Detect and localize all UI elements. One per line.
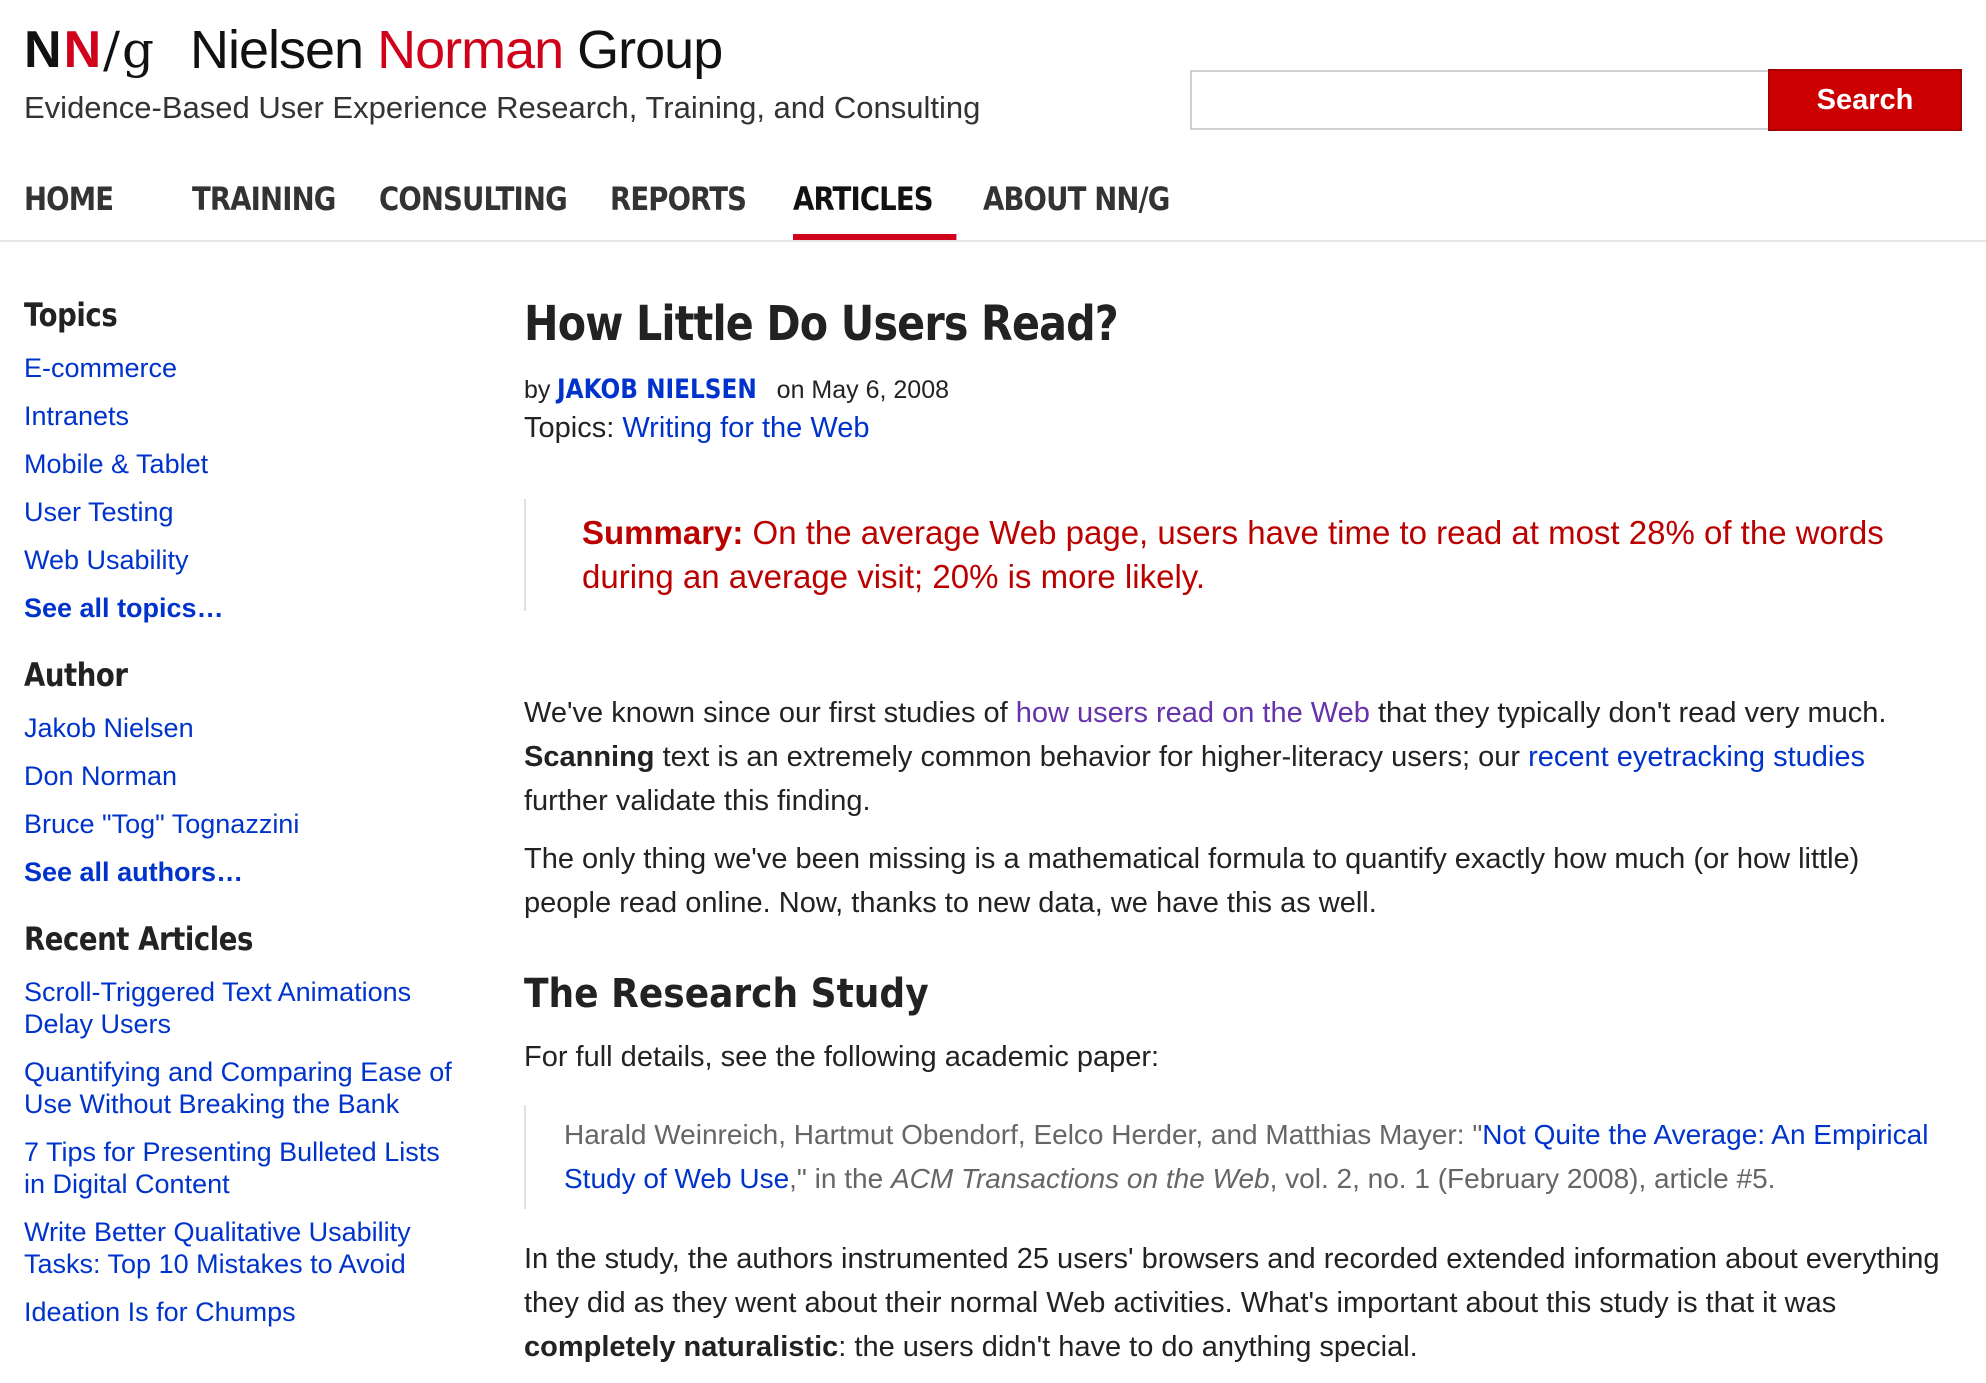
author-heading: Author	[24, 656, 128, 694]
section-heading: The Research Study	[524, 971, 929, 1017]
logo-letter-n: N	[24, 21, 64, 79]
paragraph-text: : the users didn't have to do anything s…	[838, 1331, 1418, 1363]
topic-link-mobile-tablet[interactable]: Mobile & Tablet	[24, 448, 464, 480]
summary-label: Summary:	[582, 514, 744, 551]
paragraph-text: We've known since our first studies of	[524, 697, 1016, 729]
paragraph-text: that they typically don't read very much…	[1369, 697, 1887, 729]
search-button[interactable]: Search	[1768, 69, 1962, 131]
citation-authors: Harald Weinreich, Hartmut Obendorf, Eelc…	[564, 1119, 1483, 1150]
authors-list: Jakob Nielsen Don Norman Bruce "Tog" Tog…	[24, 712, 464, 840]
paragraph-text: text is an extremely common behavior for…	[654, 741, 1529, 773]
main-nav: HOME TRAINING CONSULTING REPORTS ARTICLE…	[24, 180, 1203, 240]
nav-articles[interactable]: ARTICLES	[793, 180, 957, 240]
article-title: How Little Do Users Read?	[524, 296, 1119, 352]
nav-consulting[interactable]: CONSULTING	[379, 180, 578, 240]
search-input[interactable]	[1190, 70, 1768, 130]
paragraph: We've known since our first studies of h…	[524, 691, 1954, 823]
topic-writing-for-web-link[interactable]: Writing for the Web	[622, 412, 869, 444]
naturalistic-emphasis: completely naturalistic	[524, 1331, 839, 1363]
article-topics: Topics: Writing for the Web	[524, 412, 1954, 445]
nav-training[interactable]: TRAINING	[192, 180, 353, 240]
logo-slash: /	[103, 21, 122, 79]
article-byline: by JAKOB NIELSEN on May 6, 2008	[524, 374, 1954, 408]
article-date: on May 6, 2008	[769, 376, 950, 404]
recent-articles-list: Scroll-Triggered Text Animations Delay U…	[24, 976, 464, 1328]
how-users-read-link[interactable]: how users read on the Web	[1016, 697, 1370, 729]
logo-letter-g: g	[121, 21, 156, 79]
citation: Harald Weinreich, Hartmut Obendorf, Eelc…	[524, 1105, 1954, 1209]
recent-article-link[interactable]: Ideation Is for Chumps	[24, 1296, 464, 1328]
site-logo[interactable]: NN/g Nielsen Norman Group	[24, 18, 723, 82]
recent-article-link[interactable]: Write Better Qualitative Usability Tasks…	[24, 1216, 464, 1280]
article-author-link[interactable]: JAKOB NIELSEN	[557, 374, 757, 405]
topics-label: Topics:	[524, 412, 623, 444]
article-summary: Summary: On the average Web page, users …	[524, 499, 1954, 611]
nav-reports[interactable]: REPORTS	[610, 180, 767, 240]
summary-text: On the average Web page, users have time…	[582, 514, 1884, 595]
logo-mark: NN/g	[24, 20, 156, 80]
site-name-nielsen: Nielsen	[190, 20, 378, 80]
topic-link-intranets[interactable]: Intranets	[24, 400, 464, 432]
site-tagline: Evidence-Based User Experience Research,…	[24, 90, 981, 125]
site-name-group: Group	[563, 20, 723, 80]
citation-text: , vol. 2, no. 1 (February 2008), article…	[1269, 1163, 1776, 1194]
site-name: Nielsen Norman Group	[190, 19, 723, 81]
paragraph: In the study, the authors instrumented 2…	[524, 1237, 1954, 1369]
see-all-authors-link[interactable]: See all authors…	[24, 856, 464, 888]
citation-text: ," in the	[789, 1163, 891, 1194]
recent-article-link[interactable]: Scroll-Triggered Text Animations Delay U…	[24, 976, 464, 1040]
paragraph-text: In the study, the authors instrumented 2…	[524, 1243, 1940, 1319]
paragraph-text: further validate this finding.	[524, 785, 871, 817]
byline-by: by	[524, 376, 558, 404]
paragraph: The only thing we've been missing is a m…	[524, 843, 1860, 919]
recent-articles-heading: Recent Articles	[24, 920, 253, 958]
see-all-topics-link[interactable]: See all topics…	[24, 592, 464, 624]
author-link-jakob-nielsen[interactable]: Jakob Nielsen	[24, 712, 464, 744]
recent-article-link[interactable]: 7 Tips for Presenting Bulleted Lists in …	[24, 1136, 464, 1200]
site-name-norman: Norman	[377, 20, 564, 80]
author-link-don-norman[interactable]: Don Norman	[24, 760, 464, 792]
topic-link-web-usability[interactable]: Web Usability	[24, 544, 464, 576]
eyetracking-studies-link[interactable]: recent eyetracking studies	[1528, 741, 1865, 773]
logo-letter-n-red: N	[63, 21, 104, 79]
topic-link-user-testing[interactable]: User Testing	[24, 496, 464, 528]
site-header: NN/g Nielsen Norman Group Evidence-Based…	[0, 0, 1986, 242]
article: How Little Do Users Read? by JAKOB NIELS…	[524, 296, 1954, 1383]
paragraph: For full details, see the following acad…	[524, 1041, 1160, 1073]
sidebar: Topics E-commerce Intranets Mobile & Tab…	[24, 296, 464, 1344]
topic-link-ecommerce[interactable]: E-commerce	[24, 352, 464, 384]
journal-name: ACM Transactions on the Web	[890, 1163, 1270, 1194]
author-link-bruce-tognazzini[interactable]: Bruce "Tog" Tognazzini	[24, 808, 464, 840]
scanning-emphasis: Scanning	[524, 741, 655, 773]
nav-about[interactable]: ABOUT NN/G	[983, 180, 1172, 240]
topics-heading: Topics	[24, 296, 118, 334]
nav-home[interactable]: HOME	[24, 180, 168, 240]
recent-article-link[interactable]: Quantifying and Comparing Ease of Use Wi…	[24, 1056, 464, 1120]
topics-list: E-commerce Intranets Mobile & Tablet Use…	[24, 352, 464, 576]
search-form: Search	[1190, 69, 1962, 131]
